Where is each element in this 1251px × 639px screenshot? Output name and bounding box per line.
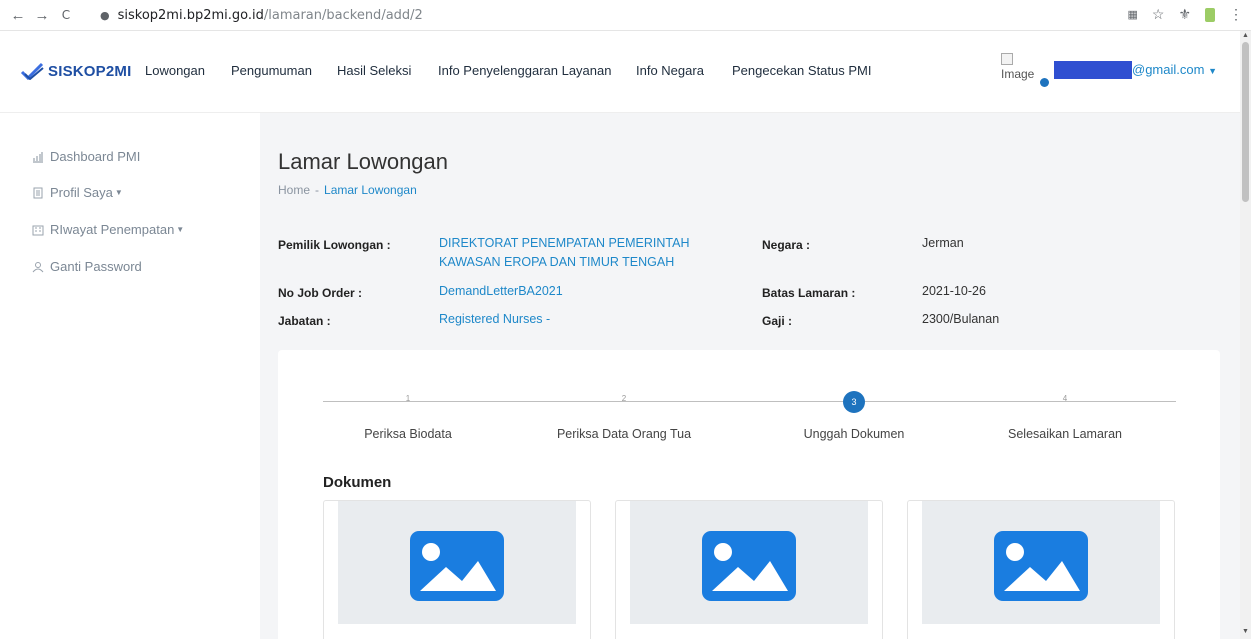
document-icon — [32, 187, 44, 199]
puzzle-icon[interactable]: ⚜ — [1178, 6, 1191, 23]
step-line — [865, 401, 1176, 402]
batas-value: 2021-10-26 — [922, 284, 986, 298]
step-1-label: Periksa Biodata — [364, 427, 452, 441]
job-order-value: DemandLetterBA2021 — [439, 284, 563, 298]
redacted-email — [1054, 61, 1132, 79]
logo-mark-icon — [20, 62, 44, 80]
negara-label: Negara : — [762, 238, 811, 252]
jabatan-label: Jabatan : — [278, 314, 331, 328]
building-icon — [32, 224, 44, 236]
sidebar-item-profil[interactable]: Profil Saya ▼ — [32, 185, 123, 200]
step-2-number[interactable]: 2 — [617, 394, 631, 403]
page-title: Lamar Lowongan — [278, 149, 449, 174]
user-email-menu[interactable]: @gmail.com ▼ — [1132, 62, 1217, 77]
avatar-alt-text: Image — [1001, 67, 1035, 81]
document-card[interactable] — [615, 500, 883, 639]
breadcrumb-home[interactable]: Home — [278, 183, 310, 197]
jabatan-value: Registered Nurses - — [439, 312, 551, 326]
logo-text: SISKOP2MI — [48, 62, 132, 80]
address-bar[interactable]: ● siskop2mi.bp2mi.go.id/lamaran/backend/… — [100, 4, 1240, 27]
bookmark-star-icon[interactable]: ☆ — [1152, 6, 1165, 23]
user-icon — [32, 261, 44, 273]
nav-lowongan[interactable]: Lowongan — [145, 63, 205, 78]
pemilik-label: Pemilik Lowongan : — [278, 238, 391, 252]
document-card[interactable] — [907, 500, 1175, 639]
lock-icon: ● — [100, 9, 110, 22]
nav-pengumuman[interactable]: Pengumuman — [231, 63, 312, 78]
nav-hasil-seleksi[interactable]: Hasil Seleksi — [337, 63, 411, 78]
document-thumbnail[interactable] — [922, 501, 1160, 624]
gaji-value: 2300/Bulanan — [922, 312, 1000, 326]
chart-icon — [32, 151, 44, 163]
translate-icon[interactable]: ▦ — [1127, 8, 1137, 21]
wizard-card: 1 2 3 4 Periksa Biodata Periksa Data Ora… — [278, 350, 1220, 639]
site-header: SISKOP2MI Lowongan Pengumuman Hasil Sele… — [0, 31, 1240, 113]
caret-down-icon: ▼ — [114, 188, 123, 197]
breadcrumb-separator: - — [315, 183, 320, 197]
sidebar-item-label: Profil Saya — [50, 185, 113, 200]
image-icon — [410, 531, 504, 601]
scroll-down-icon[interactable]: ▼ — [1242, 628, 1249, 635]
forward-icon[interactable]: → — [32, 5, 52, 25]
breadcrumb-current: Lamar Lowongan — [324, 183, 417, 197]
image-icon — [702, 531, 796, 601]
nav-info-penyelenggaran[interactable]: Info Penyelenggaran Layanan — [438, 63, 611, 78]
online-status-dot — [1040, 78, 1049, 87]
logo[interactable]: SISKOP2MI — [20, 62, 132, 80]
document-card[interactable] — [323, 500, 591, 639]
browser-actions: ▦ ☆ ⚜ ⋮ — [1127, 6, 1243, 23]
browser-menu-icon[interactable]: ⋮ — [1229, 6, 1243, 23]
back-icon[interactable]: ← — [8, 5, 28, 25]
page-scrollbar[interactable]: ▲ ▼ — [1240, 31, 1251, 639]
sidebar-item-riwayat[interactable]: RIwayat Penempatan ▼ — [32, 222, 184, 237]
breadcrumb: Home - Lamar Lowongan — [278, 183, 417, 197]
broken-image-icon — [1001, 53, 1013, 65]
nav-info-negara[interactable]: Info Negara — [636, 63, 704, 78]
negara-value: Jerman — [922, 236, 964, 250]
step-3-label: Unggah Dokumen — [803, 427, 905, 441]
email-text: @gmail.com — [1132, 62, 1205, 77]
step-2-label: Periksa Data Orang Tua — [556, 427, 692, 441]
main-content: Lamar Lowongan Home - Lamar Lowongan Pemil… — [260, 113, 1240, 639]
step-4-number[interactable]: 4 — [1058, 394, 1072, 403]
caret-down-icon: ▼ — [1208, 66, 1217, 76]
scroll-thumb[interactable] — [1242, 42, 1249, 202]
browser-toolbar: ← → C ● siskop2mi.bp2mi.go.id/lamaran/ba… — [0, 0, 1251, 31]
pemilik-line-1: DIREKTORAT PENEMPATAN PEMERINTAH — [439, 236, 690, 250]
sidebar-item-label: Ganti Password — [50, 259, 142, 274]
sidebar-item-label: RIwayat Penempatan — [50, 222, 175, 237]
caret-down-icon: ▼ — [176, 225, 185, 234]
gaji-label: Gaji : — [762, 314, 793, 328]
sidebar-item-label: Dashboard PMI — [50, 149, 141, 164]
image-icon — [994, 531, 1088, 601]
reload-icon[interactable]: C — [56, 5, 76, 25]
pemilik-line-2: KAWASAN EROPA DAN TIMUR TENGAH — [439, 255, 675, 269]
document-thumbnail[interactable] — [338, 501, 576, 624]
document-thumbnail[interactable] — [630, 501, 868, 624]
step-3-number-active[interactable]: 3 — [843, 391, 865, 413]
step-4-label: Selesaikan Lamaran — [1008, 427, 1122, 441]
scroll-up-icon[interactable]: ▲ — [1242, 32, 1249, 39]
pemilik-value: DIREKTORAT PENEMPATAN PEMERINTAH KAWASAN… — [439, 234, 690, 272]
nav-pengecekan-status[interactable]: Pengecekan Status PMI — [732, 63, 871, 78]
step-1-number[interactable]: 1 — [401, 394, 415, 403]
sidebar-item-ganti-password[interactable]: Ganti Password — [32, 259, 142, 274]
url-host: siskop2mi.bp2mi.go.id — [117, 8, 264, 23]
job-order-label: No Job Order : — [278, 286, 363, 300]
url-path: /lamaran/backend/add/2 — [263, 8, 423, 23]
sidebar-item-dashboard[interactable]: Dashboard PMI — [32, 149, 140, 164]
batas-label: Batas Lamaran : — [762, 286, 856, 300]
section-title-dokumen: Dokumen — [323, 474, 392, 491]
avatar[interactable]: Image — [1001, 53, 1034, 81]
extension-icon[interactable] — [1205, 7, 1215, 22]
sidebar: Dashboard PMI Profil Saya ▼ RIwayat Pene… — [0, 113, 260, 639]
